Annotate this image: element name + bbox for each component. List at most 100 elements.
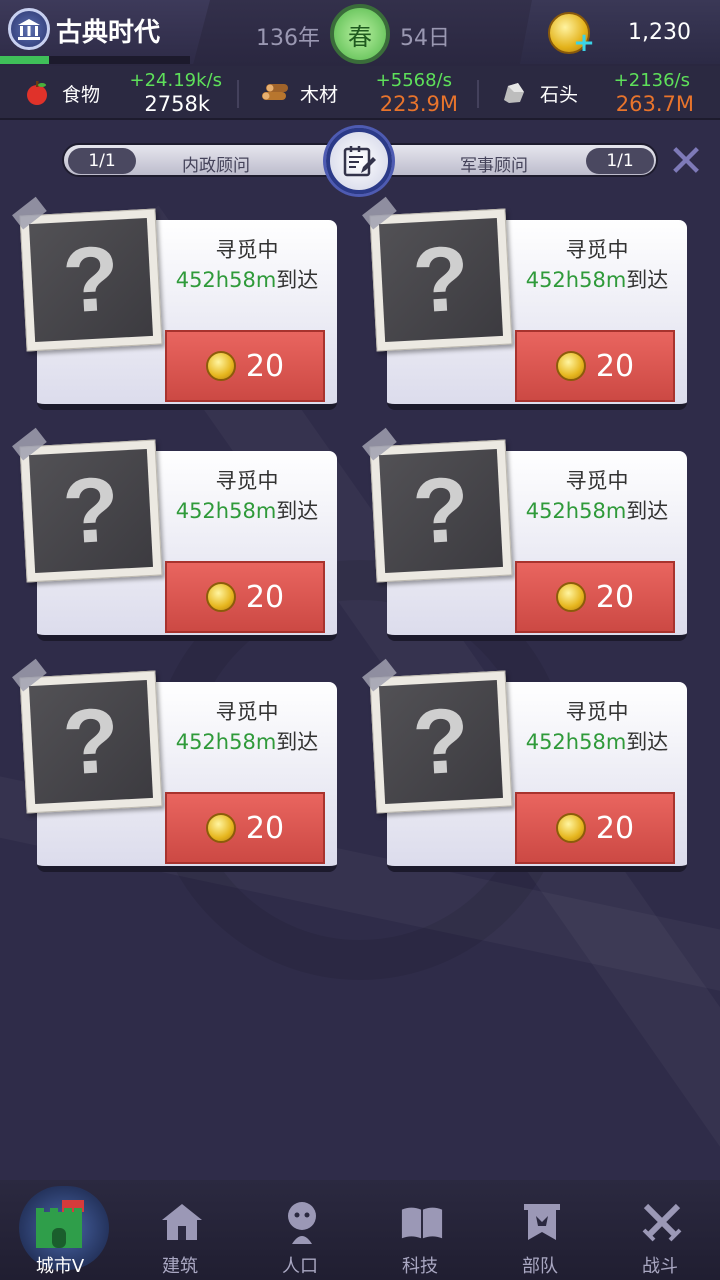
card-status: 寻觅中	[565, 469, 629, 493]
crossed-swords-icon	[640, 1200, 684, 1244]
speed-up-cost: 20	[245, 579, 285, 615]
add-coins-plus-icon[interactable]: +	[573, 30, 595, 56]
resource-rate: +2136/s	[613, 70, 690, 91]
book-icon	[400, 1200, 444, 1244]
nav-city[interactable]: 城市Ⅴ	[5, 1180, 115, 1280]
card-eta: 452h58m到达	[157, 495, 337, 525]
eta-time: 452h58m	[525, 268, 627, 292]
card-status: 寻觅中	[565, 700, 629, 724]
resource-wood[interactable]: 木材 +5568/s 223.9M	[238, 66, 476, 120]
speed-up-cost: 20	[595, 579, 635, 615]
portrait-frame: ?	[362, 658, 513, 814]
military-advisor-count: 1/1	[586, 148, 654, 174]
year-label: 136年	[256, 26, 320, 51]
resource-rate: +24.19k/s	[129, 70, 222, 91]
advisor-card[interactable]: ? 寻觅中 452h58m到达 20	[362, 427, 687, 641]
coin-amount: 1,230	[628, 20, 691, 45]
speed-up-button[interactable]: 20	[165, 792, 325, 864]
top-bar: 古典时代 136年 春 54日 + 1,230	[0, 0, 720, 66]
eta-suffix: 到达	[626, 499, 669, 523]
nav-label: 部队	[522, 1256, 558, 1277]
speed-up-button[interactable]: 20	[515, 330, 675, 402]
speed-up-button[interactable]: 20	[515, 561, 675, 633]
nav-label: 科技	[402, 1256, 438, 1277]
advisor-card[interactable]: ? 寻觅中 452h58m到达 20	[12, 196, 337, 410]
house-icon	[160, 1200, 204, 1244]
era-progress-bar	[0, 56, 190, 64]
resource-food[interactable]: 食物 +24.19k/s 2758k	[0, 66, 236, 120]
eta-suffix: 到达	[626, 730, 669, 754]
advisor-card[interactable]: ? 寻觅中 452h58m到达 20	[362, 658, 687, 872]
card-eta: 452h58m到达	[157, 264, 337, 294]
resource-name: 木材	[300, 84, 339, 106]
nav-label: 城市Ⅴ	[35, 1256, 85, 1277]
portrait-frame: ?	[12, 196, 163, 352]
resource-stone[interactable]: 石头 +2136/s 263.7M	[478, 66, 720, 120]
resource-name: 食物	[62, 84, 101, 106]
advisor-card[interactable]: ? 寻觅中 452h58m到达 20	[362, 196, 687, 410]
eta-time: 452h58m	[175, 268, 277, 292]
speed-up-cost: 20	[245, 810, 285, 846]
eta-time: 452h58m	[175, 499, 277, 523]
city-castle-icon	[32, 1198, 88, 1250]
resource-amount: 2758k	[144, 92, 210, 116]
card-status: 寻觅中	[215, 469, 279, 493]
domestic-advisor-count: 1/1	[68, 148, 136, 174]
nav-troops[interactable]: 部队	[485, 1180, 595, 1280]
unknown-portrait-question-icon: ?	[28, 217, 154, 343]
banner-icon	[520, 1200, 564, 1244]
unknown-portrait-question-icon: ?	[378, 448, 504, 574]
nav-population[interactable]: 人口	[245, 1180, 355, 1280]
close-icon[interactable]: ✕	[666, 140, 706, 184]
portrait-frame: ?	[362, 196, 513, 352]
gold-coin-icon	[205, 351, 236, 381]
stone-icon	[500, 80, 526, 106]
appointment-calendar-icon[interactable]	[326, 128, 392, 194]
speed-up-cost: 20	[595, 348, 635, 384]
speed-up-cost: 20	[595, 810, 635, 846]
unknown-portrait-question-icon: ?	[378, 217, 504, 343]
advisor-card[interactable]: ? 寻觅中 452h58m到达 20	[12, 427, 337, 641]
resource-bar: 食物 +24.19k/s 2758k 木材 +5568/s 223.9M 石头 …	[0, 66, 720, 120]
eta-suffix: 到达	[276, 499, 319, 523]
nav-buildings[interactable]: 建筑	[125, 1180, 235, 1280]
gold-coin-icon	[205, 813, 236, 843]
eta-suffix: 到达	[626, 268, 669, 292]
person-icon	[280, 1200, 324, 1244]
nav-label: 建筑	[162, 1256, 198, 1277]
nav-label: 人口	[282, 1256, 318, 1277]
resource-name: 石头	[540, 84, 579, 106]
era-title: 古典时代	[56, 18, 161, 48]
eta-suffix: 到达	[276, 730, 319, 754]
card-eta: 452h58m到达	[507, 726, 687, 756]
resource-amount: 263.7M	[615, 92, 694, 116]
card-status: 寻觅中	[215, 700, 279, 724]
eta-suffix: 到达	[276, 268, 319, 292]
gold-coin-icon	[205, 582, 236, 612]
speed-up-button[interactable]: 20	[515, 792, 675, 864]
nav-technology[interactable]: 科技	[365, 1180, 475, 1280]
advisor-card[interactable]: ? 寻觅中 452h58m到达 20	[12, 658, 337, 872]
season-badge: 春	[330, 4, 390, 64]
tab-domestic-advisor[interactable]: 内政顾问	[182, 151, 250, 176]
portrait-frame: ?	[12, 427, 163, 583]
nav-label: 战斗	[642, 1256, 678, 1277]
bottom-nav: 城市Ⅴ 建筑 人口 科技 部队 战斗	[0, 1180, 720, 1280]
card-eta: 452h58m到达	[507, 264, 687, 294]
unknown-portrait-question-icon: ?	[378, 679, 504, 805]
eta-time: 452h58m	[525, 730, 627, 754]
resource-amount: 223.9M	[379, 92, 458, 116]
nav-battle[interactable]: 战斗	[605, 1180, 715, 1280]
eta-time: 452h58m	[525, 499, 627, 523]
gold-coin-icon	[555, 351, 586, 381]
gold-coin-icon	[555, 582, 586, 612]
speed-up-button[interactable]: 20	[165, 561, 325, 633]
portrait-frame: ?	[362, 427, 513, 583]
portrait-frame: ?	[12, 658, 163, 814]
wood-icon	[260, 80, 288, 106]
temple-icon[interactable]	[8, 8, 50, 50]
resource-rate: +5568/s	[375, 70, 452, 91]
speed-up-button[interactable]: 20	[165, 330, 325, 402]
tab-military-advisor[interactable]: 军事顾问	[460, 151, 528, 176]
card-eta: 452h58m到达	[507, 495, 687, 525]
